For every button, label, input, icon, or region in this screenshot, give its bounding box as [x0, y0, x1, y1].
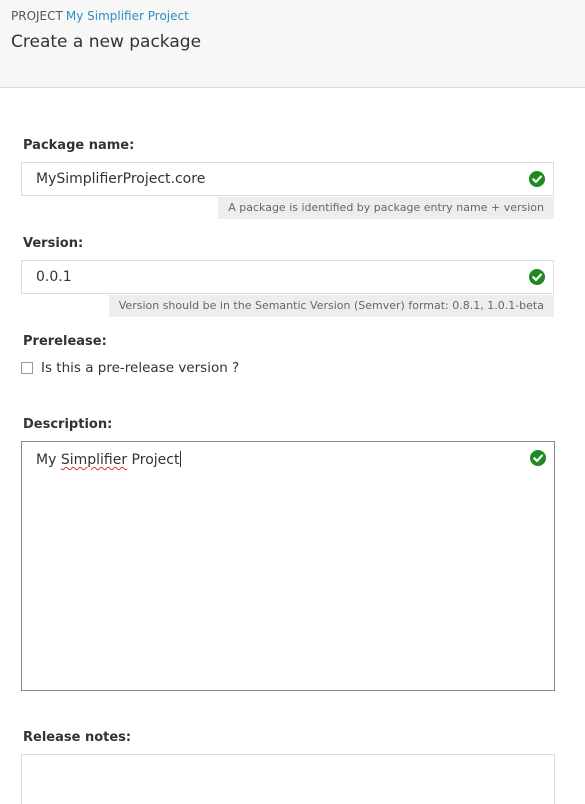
check-circle-icon: [529, 171, 545, 187]
check-circle-icon: [529, 269, 545, 285]
version-hint: Version should be in the Semantic Versio…: [108, 295, 554, 317]
text-caret: [180, 451, 182, 467]
description-value: My Simplifier Project: [36, 451, 182, 468]
prerelease-label: Prerelease:: [23, 334, 107, 349]
version-input[interactable]: 0.0.1: [21, 260, 554, 294]
prerelease-checkbox-label[interactable]: Is this a pre-release version ?: [41, 360, 239, 376]
package-name-value: MySimplifierProject.core: [36, 171, 206, 187]
check-circle-icon: [530, 450, 546, 466]
page-title: Create a new package: [11, 32, 202, 52]
description-textarea[interactable]: My Simplifier Project: [21, 441, 555, 691]
prerelease-checkbox[interactable]: [21, 362, 33, 374]
misspelled-word: Simplifier: [60, 452, 128, 468]
breadcrumb-prefix: PROJECT: [11, 9, 63, 23]
breadcrumb: PROJECT My Simplifier Project: [11, 8, 189, 24]
release-notes-label: Release notes:: [23, 730, 132, 745]
package-name-hint: A package is identified by package entry…: [218, 197, 554, 219]
page-header: PROJECT My Simplifier Project Create a ne…: [0, 0, 585, 88]
version-label: Version:: [23, 236, 84, 251]
release-notes-textarea[interactable]: [21, 754, 555, 804]
package-name-label: Package name:: [23, 138, 135, 153]
project-link[interactable]: My Simplifier Project: [66, 9, 189, 23]
package-name-input[interactable]: MySimplifierProject.core: [21, 162, 554, 196]
version-value: 0.0.1: [36, 269, 72, 285]
description-label: Description:: [23, 417, 113, 432]
